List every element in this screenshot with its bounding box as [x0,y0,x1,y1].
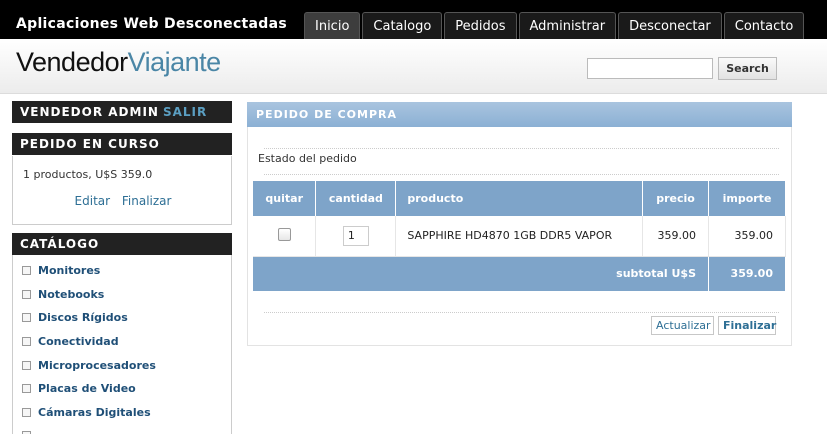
logo[interactable]: VendedorViajante [16,47,221,78]
category-item[interactable]: Placas de Video [13,377,231,401]
category-label: Discos Rígidos [38,311,128,325]
column-header: producto [395,181,644,216]
tab-administrar[interactable]: Administrar [518,12,617,39]
column-header: quitar [253,181,317,216]
quitar-cell [253,216,317,257]
subtotal-row: subtotal U$S 359.00 [253,256,786,291]
category-item[interactable]: Monitores [13,259,231,283]
checkbox-icon[interactable] [22,337,31,347]
catalog-header: CATÁLOGO [12,233,232,255]
pedido-header: PEDIDO EN CURSO [12,133,232,155]
category-label: Cámaras Digitales [38,405,151,419]
user-header: VENDEDOR ADMIN SALIR [12,101,232,123]
price-cell: 359.00 [642,216,709,257]
checkbox-icon[interactable] [22,313,31,323]
column-header: cantidad [315,181,397,216]
catalog-list: Monitores Notebooks Discos Rígidos Conec… [12,255,232,434]
product-cell: SAPPHIRE HD4870 1GB DDR5 VAPOR [395,216,644,257]
category-item[interactable]: Notebooks [13,283,231,307]
tab-contacto[interactable]: Contacto [723,12,805,39]
checkbox-icon[interactable] [22,360,31,370]
app-title: Aplicaciones Web Desconectadas [16,16,287,32]
remove-checkbox[interactable] [277,227,291,241]
tab-inicio[interactable]: Inicio [304,12,361,39]
order-panel: Estado del pedido quitar cantidad produc… [247,127,792,346]
category-item[interactable]: Microprocesadores [13,353,231,377]
divider [264,312,779,313]
divider [264,174,779,175]
pedido-summary: 1 productos, U$S 359.0 [23,168,153,181]
category-label: Monitores [38,264,101,278]
tab-catalogo[interactable]: Catalogo [362,12,443,39]
pedido-box: 1 productos, U$S 359.0 Editar Finalizar [12,156,232,225]
quantity-input[interactable]: 1 [342,225,369,246]
order-table: quitar cantidad producto precio importe … [253,181,786,291]
subtotal-label: subtotal U$S [253,256,709,291]
checkbox-icon[interactable] [22,289,31,299]
logo-part1: Vendedor [16,47,128,77]
top-bar: Aplicaciones Web Desconectadas Inicio Ca… [0,0,827,39]
logo-part2: Viajante [127,47,222,77]
cantidad-cell: 1 [315,216,397,257]
subtotal-value: 359.00 [708,256,786,291]
finish-button[interactable]: Finalizar [718,316,776,335]
estado-label: Estado del pedido [258,152,357,165]
category-label: Microprocesadores [38,358,156,372]
finish-link[interactable]: Finalizar [122,194,172,208]
category-item[interactable]: Cámaras Digitales [13,401,231,425]
tab-pedidos[interactable]: Pedidos [444,12,517,39]
category-item[interactable]: Conectividad [13,330,231,354]
category-label: Placas de Video [38,382,136,396]
edit-link[interactable]: Editar [75,194,111,208]
category-item[interactable]: Discos Rígidos [13,306,231,330]
search-button[interactable]: Search [718,57,777,80]
update-button[interactable]: Actualizar [651,316,714,335]
column-header: precio [642,181,709,216]
table-row: 1 SAPPHIRE HD4870 1GB DDR5 VAPOR 359.00 … [253,216,786,257]
amount-cell: 359.00 [708,216,786,257]
pedido-links: Editar Finalizar [13,194,233,208]
header: VendedorViajante Search [0,39,827,94]
checkbox-icon[interactable] [22,407,31,417]
category-label: Notebooks [38,287,105,301]
checkbox-icon[interactable] [22,266,31,276]
search-input[interactable] [587,58,713,79]
logout-link[interactable]: SALIR [163,105,207,119]
tab-desconectar[interactable]: Desconectar [618,12,722,39]
category-item[interactable] [13,424,231,434]
column-header: importe [708,181,786,216]
checkbox-icon[interactable] [22,384,31,394]
category-label: Conectividad [38,335,119,349]
main-nav: Inicio Catalogo Pedidos Administrar Desc… [304,12,806,39]
user-label: VENDEDOR ADMIN [20,105,159,119]
panel-title: PEDIDO DE COMPRA [247,102,792,127]
divider [264,148,779,149]
